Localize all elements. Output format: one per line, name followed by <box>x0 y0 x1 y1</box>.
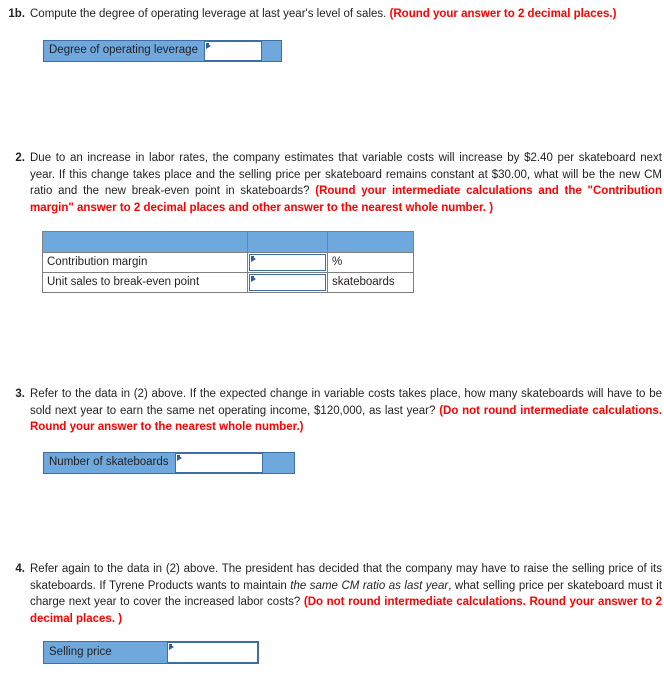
question-1b-body: Compute the degree of operating leverage… <box>30 8 390 20</box>
contribution-margin-input-cell[interactable] <box>247 252 328 273</box>
text-cursor-icon <box>176 455 182 461</box>
question-2-number: 2. <box>15 152 25 164</box>
contribution-margin-label: Contribution margin <box>42 252 248 273</box>
degree-of-operating-leverage-row: Degree of operating leverage <box>43 40 282 62</box>
unit-sales-break-even-unit: skateboards <box>327 272 414 293</box>
question-1b: 1b. Compute the degree of operating leve… <box>0 6 664 23</box>
unit-sales-break-even-input[interactable] <box>249 274 326 291</box>
question-3-text: Refer to the data in (2) above. If the e… <box>30 386 664 436</box>
unit-sales-break-even-label: Unit sales to break-even point <box>42 272 248 293</box>
table-header-cell-unit <box>327 231 414 253</box>
contribution-margin-input[interactable] <box>249 254 326 271</box>
contribution-margin-unit: % <box>327 252 414 273</box>
table-header-row <box>42 231 414 253</box>
question-1b-instruction: (Round your answer to 2 decimal places.) <box>389 8 617 20</box>
question-2: 2. Due to an increase in labor rates, th… <box>0 150 664 216</box>
selling-price-row: Selling price <box>43 641 259 664</box>
selling-price-input[interactable] <box>166 642 258 663</box>
question-2-text: Due to an increase in labor rates, the c… <box>30 150 664 216</box>
number-of-skateboards-row: Number of skateboards <box>43 452 295 474</box>
question-4-text: Refer again to the data in (2) above. Th… <box>30 561 664 627</box>
table-row: Unit sales to break-even point skateboar… <box>42 272 414 293</box>
number-of-skateboards-label: Number of skateboards <box>44 453 175 473</box>
question-3: 3. Refer to the data in (2) above. If th… <box>0 386 664 436</box>
question-4-number: 4. <box>15 563 25 575</box>
text-cursor-icon <box>168 644 174 650</box>
question-3-number: 3. <box>15 388 25 400</box>
question-1b-number: 1b. <box>8 8 25 20</box>
unit-sales-break-even-input-cell[interactable] <box>247 272 328 293</box>
text-cursor-icon <box>251 276 256 282</box>
question-4: 4. Refer again to the data in (2) above.… <box>0 561 664 627</box>
degree-of-operating-leverage-label: Degree of operating leverage <box>44 41 204 61</box>
question-4-emphasis: the same CM ratio as last year <box>290 579 449 592</box>
selling-price-label: Selling price <box>44 642 167 663</box>
number-of-skateboards-input[interactable] <box>174 453 263 473</box>
table-header-cell-label <box>42 231 248 253</box>
table-header-cell-value <box>247 231 328 253</box>
text-cursor-icon <box>251 256 256 262</box>
answer-table: Contribution margin % Unit sales to brea… <box>42 231 414 293</box>
question-1b-text: Compute the degree of operating leverage… <box>30 6 664 23</box>
degree-of-operating-leverage-input[interactable] <box>203 41 262 61</box>
table-row: Contribution margin % <box>42 252 414 273</box>
text-cursor-icon <box>205 43 211 49</box>
